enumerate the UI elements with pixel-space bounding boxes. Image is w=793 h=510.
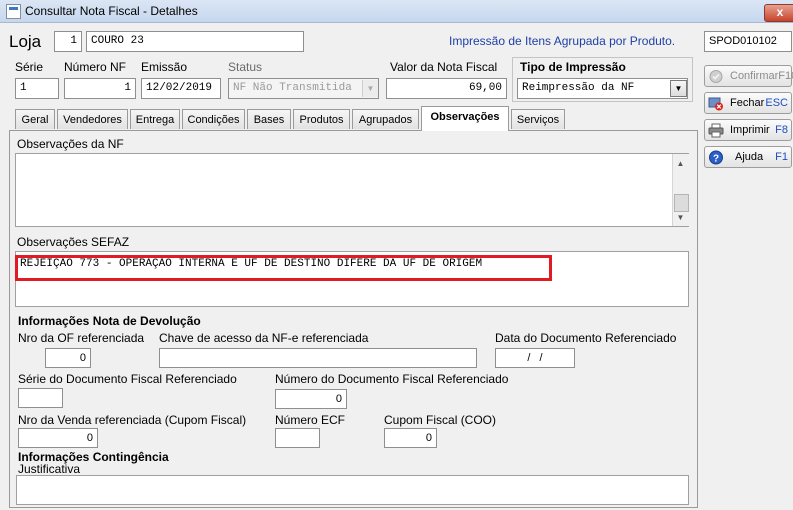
serie-doc-field[interactable] xyxy=(18,388,63,408)
chave-field[interactable] xyxy=(159,348,477,368)
serie-field[interactable]: 1 xyxy=(15,78,59,99)
screen-code-field: SPOD010102 xyxy=(704,31,792,52)
help-icon: ? xyxy=(709,150,723,165)
scroll-up-icon[interactable]: ▲ xyxy=(673,156,688,171)
ajuda-key: F1 xyxy=(775,151,788,163)
close-form-icon xyxy=(708,97,723,111)
printer-icon xyxy=(708,123,724,138)
emissao-field[interactable]: 12/02/2019 xyxy=(141,78,221,99)
status-value: NF Não Transmitida xyxy=(233,82,352,94)
tab-servicos[interactable]: Serviços xyxy=(511,109,565,129)
status-label: Status xyxy=(228,60,263,74)
tipo-impressao-label: Tipo de Impressão xyxy=(520,60,626,74)
window-icon xyxy=(6,4,21,19)
numero-nf-field[interactable]: 1 xyxy=(64,78,136,99)
window-title: Consultar Nota Fiscal - Detalhes xyxy=(25,4,198,18)
tab-entrega[interactable]: Entrega xyxy=(130,109,180,129)
justificativa-label: Justificativa xyxy=(18,462,81,476)
tab-vendedores[interactable]: Vendedores xyxy=(57,109,128,129)
fechar-key: ESC xyxy=(765,97,788,109)
tab-condicoes[interactable]: Condições xyxy=(182,109,245,129)
confirm-icon xyxy=(709,70,723,83)
cupom-label: Cupom Fiscal (COO) xyxy=(384,413,497,427)
cupom-field[interactable]: 0 xyxy=(384,428,437,448)
tipo-impressao-dropdown-icon[interactable]: ▼ xyxy=(670,80,687,97)
confirmar-label: ConfirmarF10 xyxy=(730,70,793,82)
tab-agrupados[interactable]: Agrupados xyxy=(352,109,419,129)
numero-ecf-field[interactable] xyxy=(275,428,320,448)
highlight-box xyxy=(15,255,552,281)
valor-label: Valor da Nota Fiscal xyxy=(390,60,498,74)
numero-doc-label: Número do Documento Fiscal Referenciado xyxy=(275,372,509,386)
nro-of-field[interactable]: 0 xyxy=(45,348,91,368)
numero-nf-label: Número NF xyxy=(64,60,127,74)
nro-of-label: Nro da OF referenciada xyxy=(18,331,145,345)
tipo-impressao-select[interactable]: Reimpressão da NF xyxy=(517,78,688,99)
loja-label: Loja xyxy=(9,32,42,51)
data-doc-field[interactable]: / / xyxy=(495,348,575,368)
imprimir-button[interactable]: Imprimir F8 xyxy=(704,119,792,141)
numero-doc-field[interactable]: 0 xyxy=(275,389,347,409)
tipo-impressao-value: Reimpressão da NF xyxy=(522,82,635,94)
valor-field[interactable]: 69,00 xyxy=(386,78,507,99)
tab-geral[interactable]: Geral xyxy=(15,109,55,129)
data-doc-label: Data do Documento Referenciado xyxy=(495,331,677,345)
loja-code-field[interactable]: 1 xyxy=(54,31,82,52)
status-dropdown-icon[interactable]: ▼ xyxy=(362,80,378,97)
numero-ecf-label: Número ECF xyxy=(275,413,346,427)
confirmar-button[interactable]: ConfirmarF10 xyxy=(704,65,793,87)
nro-venda-label: Nro da Venda referenciada (Cupom Fiscal) xyxy=(18,413,247,427)
chave-label: Chave de acesso da NF-e referenciada xyxy=(159,331,369,345)
observacoes-sefaz-label: Observações SEFAZ xyxy=(17,235,130,249)
tab-observacoes[interactable]: Observações xyxy=(421,106,509,131)
observacoes-nf-textarea[interactable]: ▲ ▼ xyxy=(15,153,689,227)
serie-doc-label: Série do Documento Fiscal Referenciado xyxy=(18,372,237,386)
observacoes-nf-scrollbar[interactable]: ▲ ▼ xyxy=(672,154,689,226)
imprimir-label: Imprimir xyxy=(730,124,770,136)
tab-bases[interactable]: Bases xyxy=(247,109,291,129)
nro-venda-field[interactable]: 0 xyxy=(18,428,98,448)
observacoes-nf-label: Observações da NF xyxy=(17,137,124,151)
ajuda-label: Ajuda xyxy=(735,151,764,163)
fechar-label: Fechar xyxy=(730,97,765,109)
svg-text:?: ? xyxy=(713,154,719,165)
close-button[interactable]: x xyxy=(764,4,793,22)
title-bar: Consultar Nota Fiscal - Detalhes x xyxy=(0,0,793,23)
ajuda-button[interactable]: ? Ajuda F1 xyxy=(704,146,792,168)
emissao-label: Emissão xyxy=(141,60,188,74)
tab-produtos[interactable]: Produtos xyxy=(293,109,350,129)
devolucao-title: Informações Nota de Devolução xyxy=(18,314,201,328)
loja-name-field[interactable]: COURO 23 xyxy=(86,31,304,52)
scroll-down-icon[interactable]: ▼ xyxy=(673,210,688,225)
info-text: Impressão de Itens Agrupada por Produto. xyxy=(449,34,676,48)
imprimir-key: F8 xyxy=(775,124,788,136)
justificativa-field[interactable] xyxy=(16,475,689,505)
fechar-button[interactable]: Fechar ESC xyxy=(704,92,792,114)
status-select[interactable]: NF Não Transmitida xyxy=(228,78,379,99)
serie-label: Série xyxy=(15,60,44,74)
